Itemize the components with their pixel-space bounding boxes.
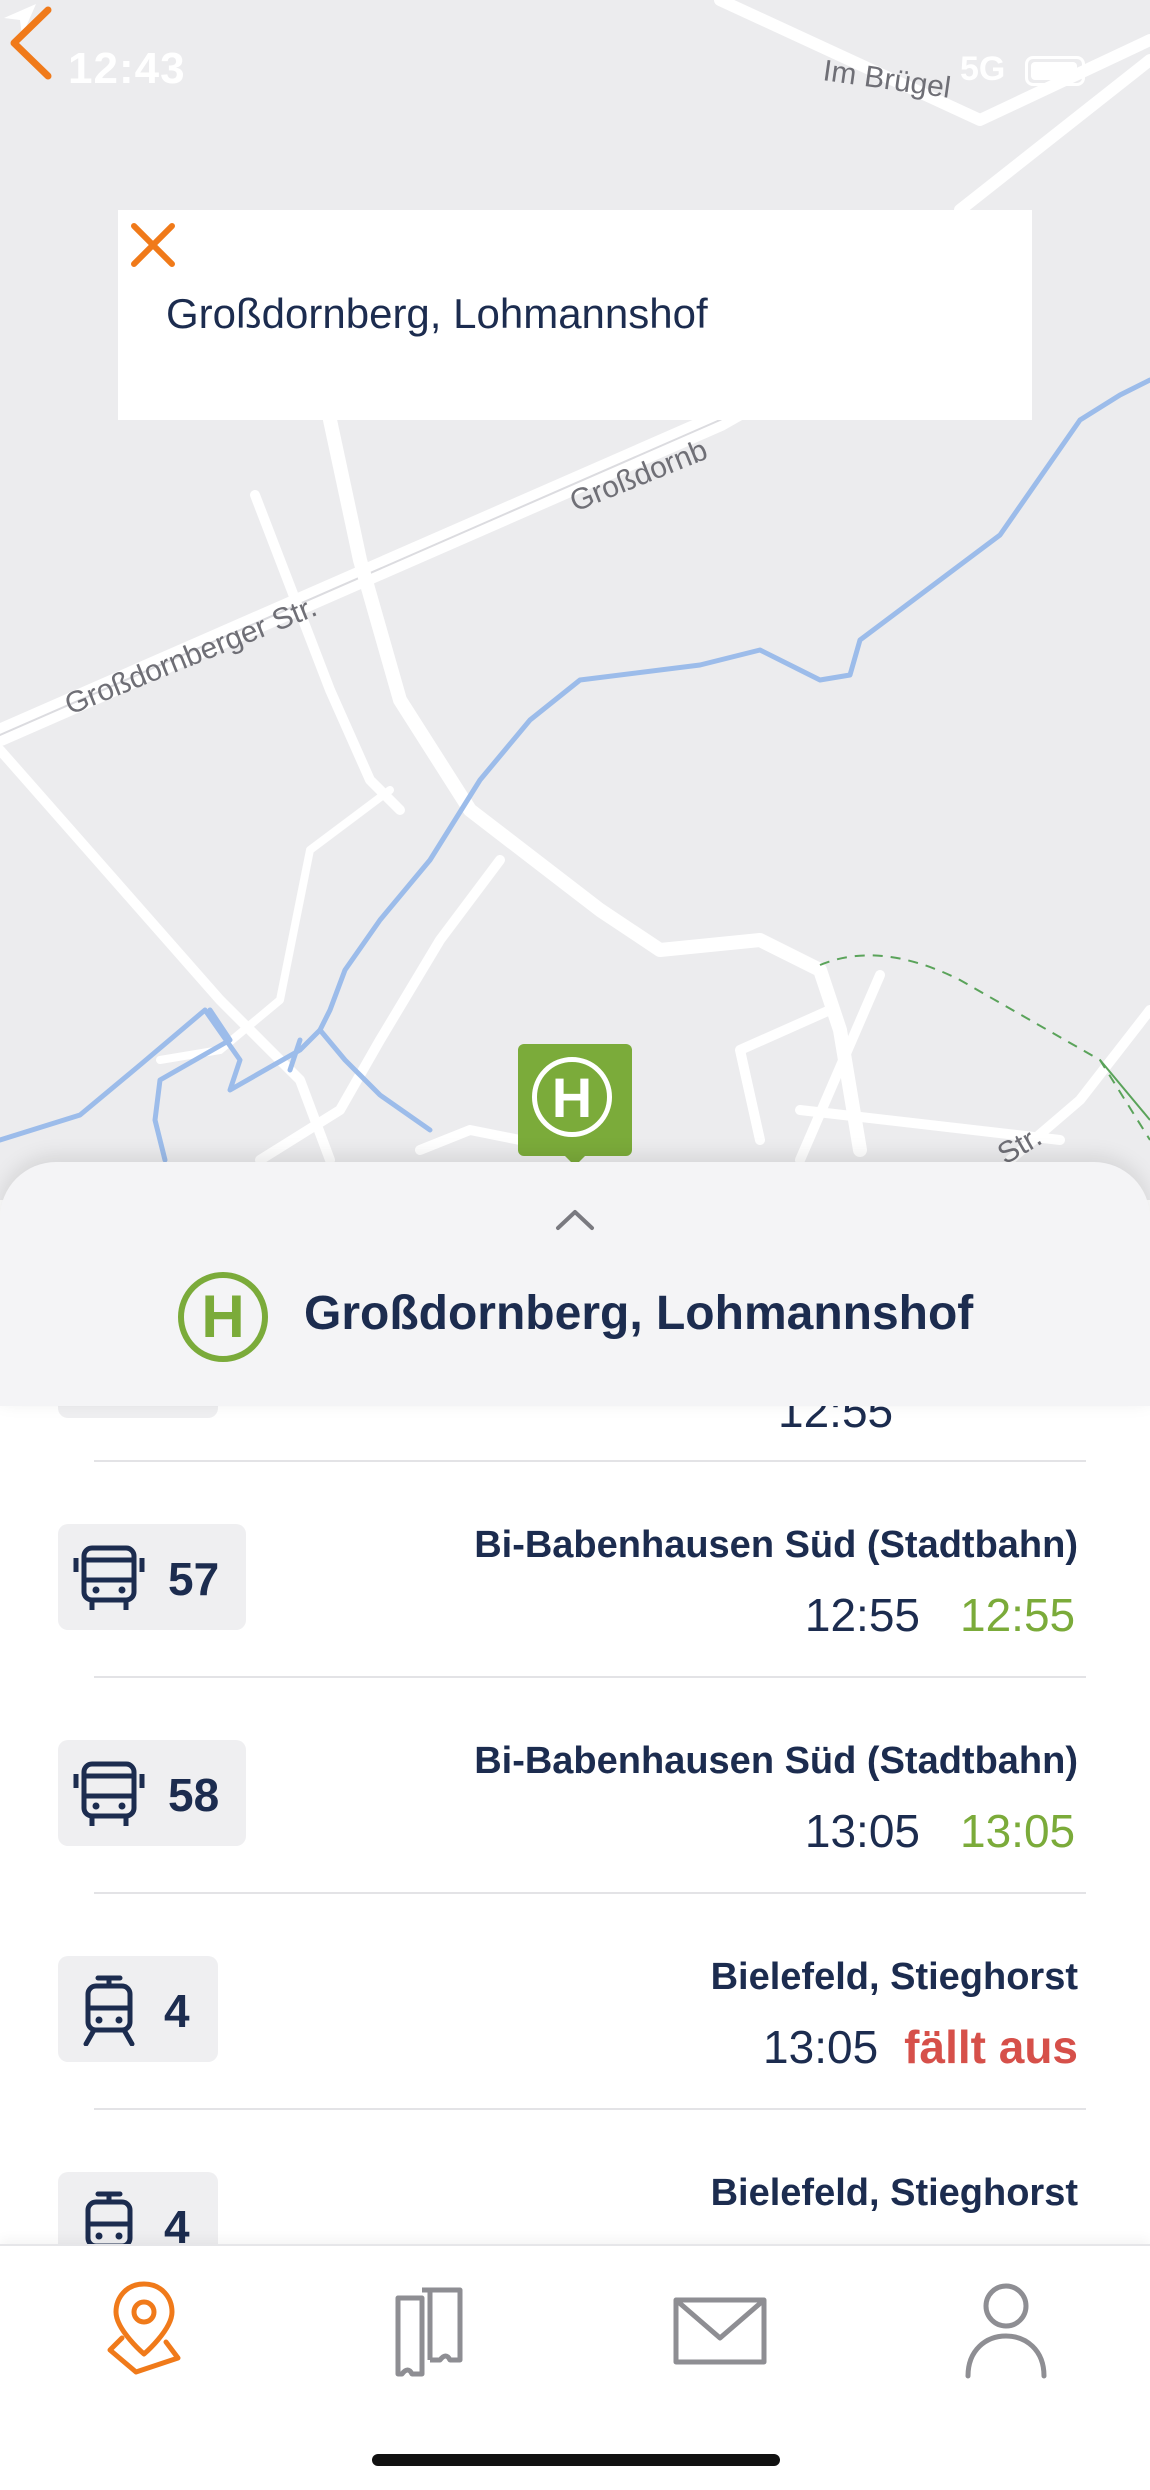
stop-marker[interactable]: H: [518, 1044, 632, 1166]
planned-time: 12:55: [804, 1589, 920, 1641]
cancelled-label: fällt aus: [904, 2021, 1078, 2073]
search-input-value[interactable]: Großdornberg, Lohmannshof: [166, 290, 708, 338]
line-number: 4: [164, 2201, 190, 2244]
mail-icon[interactable]: [660, 2276, 780, 2386]
departure-times: 12:55 12:55: [805, 1588, 1078, 1642]
departures-sheet-header[interactable]: H Großdornberg, Lohmannshof: [0, 1162, 1150, 1406]
status-time: 12:43: [68, 44, 186, 93]
map-roads: Großdornberger Str. Großdornb Im Brügel …: [0, 0, 1150, 1171]
planned-time: 12:55: [778, 1406, 894, 1437]
profile-icon[interactable]: [946, 2276, 1066, 2386]
departure-row[interactable]: 4 Bielefeld, Stieghorst 13:05 fällt aus: [0, 1894, 1150, 2110]
clear-search-button[interactable]: [118, 210, 188, 280]
map-pin-icon[interactable]: [84, 2276, 204, 2386]
tram-icon: [83, 1975, 135, 2046]
departures-list[interactable]: 12:55 57 Bi-Babenhausen Süd (Stadtbahn) …: [0, 1406, 1150, 2244]
tram-icon: [85, 2191, 133, 2244]
stop-badge-icon: H: [178, 1272, 268, 1362]
realtime: 13:05: [960, 1805, 1076, 1857]
battery-icon: [1025, 56, 1085, 86]
planned-time: 13:05: [763, 2021, 879, 2073]
stop-title: Großdornberg, Lohmannshof: [304, 1287, 974, 1340]
line-chip: [58, 1406, 218, 1418]
departure-times: 13:05 fällt aus: [763, 2020, 1078, 2074]
departure-row[interactable]: 4 Bielefeld, Stieghorst: [0, 2110, 1150, 2244]
map-view[interactable]: Großdornberger Str. Großdornb Im Brügel …: [0, 0, 1150, 1200]
street-label-grossdornberger: Großdornberger Str.: [60, 590, 321, 721]
planned-time: 13:05: [804, 1805, 920, 1857]
destination: Bielefeld, Stieghorst: [710, 1956, 1078, 1998]
home-indicator: [372, 2454, 780, 2466]
destination: Bi-Babenhausen Süd (Stadtbahn): [474, 1524, 1078, 1566]
line-chip: 4: [58, 1956, 218, 2062]
search-field[interactable]: Großdornberg, Lohmannshof: [118, 210, 1032, 420]
stop-marker-symbol: H: [532, 1057, 612, 1137]
bus-icon: [73, 1761, 145, 1826]
network-label: 5G: [960, 50, 1006, 88]
line-number: 4: [164, 1985, 190, 2037]
bus-icon: [73, 1545, 145, 1610]
realtime: 12:55: [960, 1589, 1076, 1641]
destination: Bi-Babenhausen Süd (Stadtbahn): [474, 1740, 1078, 1782]
departure-times: 13:05 13:05: [805, 1804, 1078, 1858]
line-number: 58: [168, 1769, 220, 1821]
line-chip: 57: [58, 1524, 246, 1630]
back-button[interactable]: [0, 0, 70, 86]
line-chip: 4: [58, 2172, 218, 2244]
status-bar: 12:43 5G: [0, 0, 1150, 150]
tab-bar: [0, 2244, 1150, 2490]
departure-row[interactable]: 58 Bi-Babenhausen Süd (Stadtbahn) 13:05 1…: [0, 1678, 1150, 1894]
tickets-icon[interactable]: [372, 2276, 492, 2386]
line-number: 57: [168, 1553, 220, 1605]
destination: Bielefeld, Stieghorst: [710, 2172, 1078, 2214]
chevron-up-icon[interactable]: [554, 1204, 596, 1234]
list-item-partial: 12:55: [0, 1406, 1150, 1462]
line-chip: 58: [58, 1740, 246, 1846]
departure-row[interactable]: 57 Bi-Babenhausen Süd (Stadtbahn) 12:55 1…: [0, 1462, 1150, 1678]
